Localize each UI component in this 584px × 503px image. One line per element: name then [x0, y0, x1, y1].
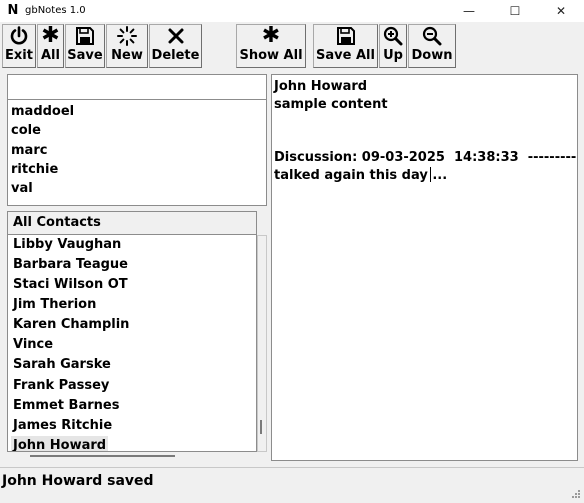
list-item[interactable]: Emmet Barnes	[11, 396, 121, 415]
floppy-disk-icon	[314, 26, 377, 46]
asterisk-icon: ✱	[41, 23, 60, 48]
search-input[interactable]	[7, 74, 267, 100]
contacts-vertical-scrollbar[interactable]	[257, 235, 267, 452]
new-button[interactable]: New	[106, 24, 148, 68]
note-line: sample content	[274, 97, 388, 112]
delete-label: Delete	[151, 48, 200, 63]
show-all-label: Show All	[239, 48, 303, 63]
save-button[interactable]: Save	[65, 24, 105, 68]
exit-button[interactable]: Exit	[2, 24, 36, 68]
zoom-in-icon	[380, 26, 406, 46]
app-icon: N	[7, 3, 19, 18]
vertical-scroll-thumb[interactable]	[260, 420, 262, 434]
note-editor[interactable]: John Howard sample content Discussion: 0…	[271, 74, 578, 461]
all-button[interactable]: ✱ All	[37, 24, 64, 68]
save-all-label: Save All	[316, 48, 375, 63]
asterisk-icon: ✱	[261, 23, 281, 48]
x-icon	[150, 26, 201, 46]
down-button[interactable]: Down	[408, 24, 456, 68]
list-item[interactable]: Barbara Teague	[11, 255, 130, 274]
save-label: Save	[67, 48, 103, 63]
list-item[interactable]: Frank Passey	[11, 376, 111, 395]
spinner-icon	[107, 26, 147, 46]
list-item[interactable]: Sarah Garske	[11, 355, 113, 374]
minimize-button[interactable]: —	[446, 0, 492, 22]
contacts-header[interactable]: All Contacts	[7, 211, 257, 235]
show-all-button[interactable]: ✱ Show All	[236, 24, 306, 68]
zoom-out-icon	[409, 26, 455, 46]
list-item[interactable]: Vince	[11, 335, 55, 354]
window-title: gbNotes 1.0	[25, 5, 86, 16]
text-caret	[430, 167, 431, 182]
power-icon	[3, 26, 35, 46]
list-item[interactable]: maddoel	[11, 102, 74, 121]
list-item[interactable]: Libby Vaughan	[11, 235, 123, 254]
recent-contacts-list: maddoel cole marc ritchie val	[7, 100, 267, 206]
list-item[interactable]: Jim Therion	[11, 295, 98, 314]
note-line: talked again this day ...	[274, 168, 448, 183]
up-button[interactable]: Up	[379, 24, 407, 68]
floppy-disk-icon	[66, 26, 104, 46]
list-item[interactable]: James Ritchie	[11, 416, 114, 435]
list-item[interactable]: ritchie	[11, 160, 58, 179]
list-item[interactable]: cole	[11, 121, 41, 140]
all-label: All	[41, 48, 60, 63]
maximize-button[interactable]: ☐	[492, 0, 538, 22]
note-line: John Howard	[274, 79, 368, 94]
exit-label: Exit	[5, 48, 33, 63]
list-item[interactable]: Karen Champlin	[11, 315, 131, 334]
horizontal-scroll-thumb[interactable]	[30, 455, 175, 457]
note-line: Discussion: 09-03-2025 14:38:33 --------…	[274, 150, 577, 165]
contacts-list: Libby Vaughan Barbara Teague Staci Wilso…	[7, 235, 257, 452]
up-label: Up	[383, 48, 403, 63]
resize-grip-icon[interactable]	[571, 484, 581, 498]
status-text: John Howard saved	[2, 473, 154, 489]
list-item[interactable]: marc	[11, 141, 47, 160]
down-label: Down	[411, 48, 453, 63]
list-item[interactable]: Staci Wilson OT	[11, 275, 130, 294]
save-all-button[interactable]: Save All	[313, 24, 378, 68]
new-label: New	[111, 48, 143, 63]
list-item-selected[interactable]: John Howard	[11, 436, 109, 451]
list-item[interactable]: val	[11, 179, 33, 198]
delete-button[interactable]: Delete	[149, 24, 202, 68]
close-button[interactable]: ✕	[538, 0, 584, 22]
